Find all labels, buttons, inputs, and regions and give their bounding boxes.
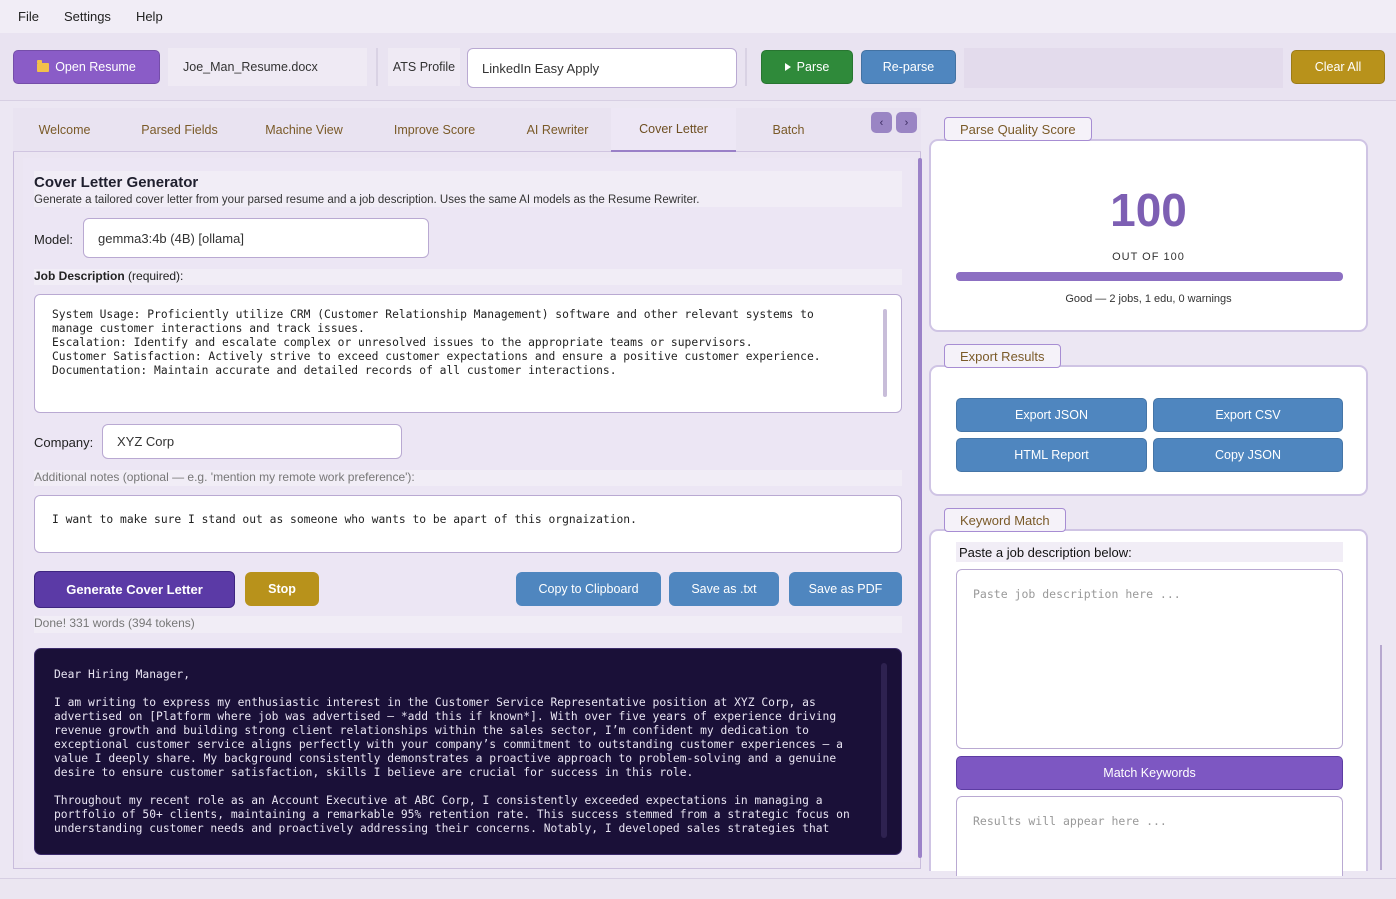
export-json-button[interactable]: Export JSON — [956, 398, 1147, 432]
company-input[interactable]: XYZ Corp — [102, 424, 402, 459]
notes-label: Additional notes (optional — e.g. 'menti… — [34, 470, 415, 484]
quality-detail: 2 jobs, 1 edu, 0 warnings — [1109, 293, 1232, 305]
open-resume-label: Open Resume — [55, 60, 136, 74]
notes-textarea[interactable]: I want to make sure I stand out as someo… — [34, 495, 902, 553]
quality-rating: Good — [1065, 293, 1093, 305]
notes-text: I want to make sure I stand out as someo… — [52, 513, 637, 526]
toolbar-divider — [376, 48, 378, 86]
toolbar-divider — [745, 48, 747, 86]
cover-letter-output[interactable]: Dear Hiring Manager, I am writing to exp… — [34, 648, 902, 855]
save-txt-button[interactable]: Save as .txt — [669, 572, 779, 606]
scrollbar[interactable] — [883, 309, 887, 397]
status-area — [964, 48, 1283, 88]
job-description-required: (required): — [124, 269, 184, 283]
job-description-text: System Usage: Proficiently utilize CRM (… — [52, 308, 821, 377]
status-bar: Done! 331 words (394 tokens) — [34, 616, 902, 633]
panel-scrollbar[interactable] — [918, 158, 922, 858]
menu-bar: File Settings Help — [0, 0, 1396, 33]
menu-help[interactable]: Help — [136, 9, 163, 24]
keyword-results-output[interactable]: Results will appear here ... — [956, 796, 1343, 876]
match-keywords-button[interactable]: Match Keywords — [956, 756, 1343, 790]
generate-cover-letter-button[interactable]: Generate Cover Letter — [34, 571, 235, 608]
tab-cover-letter[interactable]: Cover Letter — [611, 108, 736, 152]
keyword-placeholder: Paste job description here ... — [973, 587, 1181, 601]
page-subtitle: Generate a tailored cover letter from yo… — [34, 194, 700, 206]
tab-improve-score[interactable]: Improve Score — [365, 108, 504, 152]
tab-batch[interactable]: Batch — [736, 108, 841, 152]
open-resume-button[interactable]: Open Resume — [13, 50, 160, 84]
reparse-button[interactable]: Re-parse — [861, 50, 956, 84]
page-title: Cover Letter Generator — [34, 174, 199, 191]
tab-welcome[interactable]: Welcome — [13, 108, 116, 152]
parse-button[interactable]: Parse — [761, 50, 853, 84]
scrollbar[interactable] — [881, 663, 887, 838]
menu-settings[interactable]: Settings — [64, 9, 111, 24]
save-pdf-button[interactable]: Save as PDF — [789, 572, 902, 606]
quality-out-of: OUT OF 100 — [1112, 251, 1185, 263]
folder-icon — [37, 59, 50, 72]
keyword-match-box: Paste a job description below: Paste job… — [929, 529, 1368, 876]
ats-profile-label: ATS Profile — [388, 48, 460, 86]
job-description-textarea[interactable]: System Usage: Proficiently utilize CRM (… — [34, 294, 902, 413]
copy-json-button[interactable]: Copy JSON — [1153, 438, 1343, 472]
header: Cover Letter Generator Generate a tailor… — [34, 171, 902, 207]
tab-prev-arrow-icon[interactable]: ‹ — [871, 112, 892, 133]
window-status-bar — [0, 878, 1396, 899]
cover-letter-content: Cover Letter Generator Generate a tailor… — [23, 158, 914, 862]
play-icon — [784, 63, 791, 71]
parse-label: Parse — [796, 60, 830, 74]
model-select[interactable]: gemma3:4b (4B) [ollama] — [83, 218, 429, 258]
export-results-title: Export Results — [944, 344, 1061, 368]
export-csv-button[interactable]: Export CSV — [1153, 398, 1343, 432]
tab-machine-view[interactable]: Machine View — [243, 108, 365, 152]
model-label: Model: — [34, 232, 74, 247]
quality-summary: Good — 2 jobs, 1 edu, 0 warnings — [931, 293, 1366, 305]
tab-parsed-fields[interactable]: Parsed Fields — [116, 108, 243, 152]
quality-dash: — — [1095, 293, 1107, 305]
clear-all-button[interactable]: Clear All — [1291, 50, 1385, 84]
quality-score: 100 — [1110, 184, 1187, 236]
keyword-match-title: Keyword Match — [944, 508, 1066, 532]
tab-bar: Welcome Parsed Fields Machine View Impro… — [13, 108, 921, 152]
quality-progress-bar — [956, 272, 1343, 281]
filename-display: Joe_Man_Resume.docx — [168, 48, 367, 86]
generation-status: Done! 331 words (394 tokens) — [34, 616, 195, 630]
copy-to-clipboard-button[interactable]: Copy to Clipboard — [516, 572, 661, 606]
export-results-box: Export JSON Export CSV HTML Report Copy … — [929, 365, 1368, 496]
sidebar-scrollbar[interactable] — [1380, 645, 1382, 870]
menu-file[interactable]: File — [18, 9, 39, 24]
toolbar: Open Resume Joe_Man_Resume.docx ATS Prof… — [0, 33, 1396, 101]
cover-letter-panel: Cover Letter Generator Generate a tailor… — [13, 152, 922, 869]
cover-letter-text: Dear Hiring Manager, I am writing to exp… — [54, 668, 850, 835]
right-sidebar: 100 OUT OF 100 Good — 2 jobs, 1 edu, 0 w… — [928, 108, 1382, 876]
results-placeholder: Results will appear here ... — [973, 814, 1167, 828]
html-report-button[interactable]: HTML Report — [956, 438, 1147, 472]
tab-next-arrow-icon[interactable]: › — [896, 112, 917, 133]
parse-quality-box: 100 OUT OF 100 Good — 2 jobs, 1 edu, 0 w… — [929, 139, 1368, 332]
job-description-label: Job Description — [34, 269, 125, 283]
keyword-job-description-input[interactable]: Paste job description here ... — [956, 569, 1343, 749]
job-description-label-bar: Job Description (required): — [34, 269, 902, 285]
company-label: Company: — [34, 435, 94, 450]
stop-button[interactable]: Stop — [245, 572, 319, 606]
tab-ai-rewriter[interactable]: AI Rewriter — [504, 108, 611, 152]
parse-quality-title: Parse Quality Score — [944, 117, 1092, 141]
ats-profile-select[interactable]: LinkedIn Easy Apply — [467, 48, 737, 88]
notes-label-bar: Additional notes (optional — e.g. 'menti… — [34, 470, 902, 486]
keyword-instruction: Paste a job description below: — [956, 542, 1343, 562]
